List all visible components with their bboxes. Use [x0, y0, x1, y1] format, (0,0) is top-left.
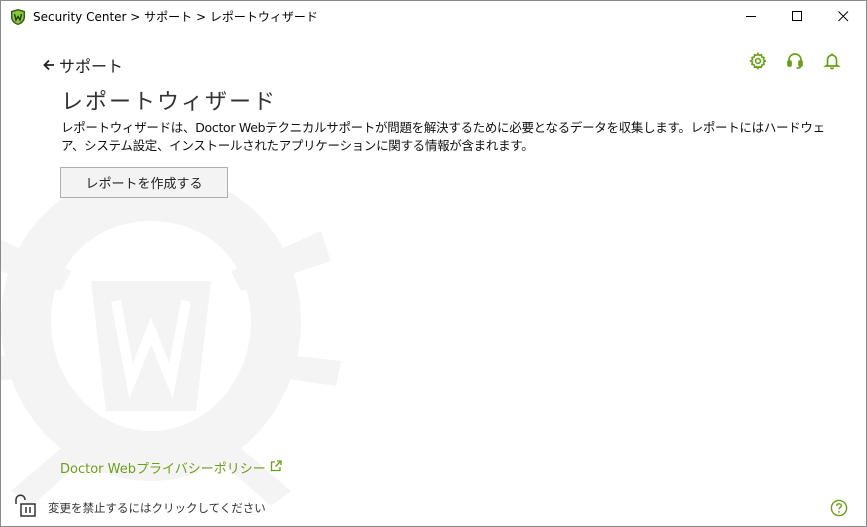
back-to-support-link[interactable]: サポート: [43, 53, 123, 77]
help-icon[interactable]: [830, 499, 848, 517]
page-description: レポートウィザードは、Doctor Webテクニカルサポートが問題を解決するため…: [61, 120, 825, 153]
window-controls: [728, 1, 866, 32]
maximize-icon: [791, 11, 802, 21]
close-icon: [837, 11, 848, 22]
window-title: Security Center > サポート > レポートウィザード: [33, 10, 318, 24]
external-link-icon: [270, 459, 282, 476]
title-bar[interactable]: Security Center > サポート > レポートウィザード: [1, 1, 866, 32]
gear-icon[interactable]: [748, 51, 768, 71]
page-title: レポートウィザード: [61, 90, 278, 115]
unlocked-padlock-icon: [14, 494, 40, 522]
lock-settings-toggle[interactable]: 変更を禁止するにはクリックしてください: [14, 494, 266, 522]
arrow-left-icon: [43, 59, 55, 71]
maximize-button[interactable]: [774, 1, 820, 32]
minimize-icon: [745, 16, 756, 17]
create-report-button[interactable]: レポートを作成する: [60, 167, 228, 198]
headset-icon[interactable]: [785, 51, 805, 71]
bell-icon[interactable]: [822, 51, 842, 71]
drweb-logo-icon: [9, 8, 27, 26]
close-button[interactable]: [820, 1, 866, 32]
header-toolbar: [748, 51, 842, 71]
privacy-policy-link[interactable]: Doctor Webプライバシーポリシー: [60, 458, 282, 477]
back-link-label: サポート: [59, 57, 124, 76]
minimize-button[interactable]: [728, 1, 774, 32]
privacy-policy-label: Doctor Webプライバシーポリシー: [60, 462, 266, 477]
app-window: Security Center > サポート > レポートウィザード サポート …: [0, 0, 867, 527]
lock-hint-text: 変更を禁止するにはクリックしてください: [48, 501, 266, 515]
